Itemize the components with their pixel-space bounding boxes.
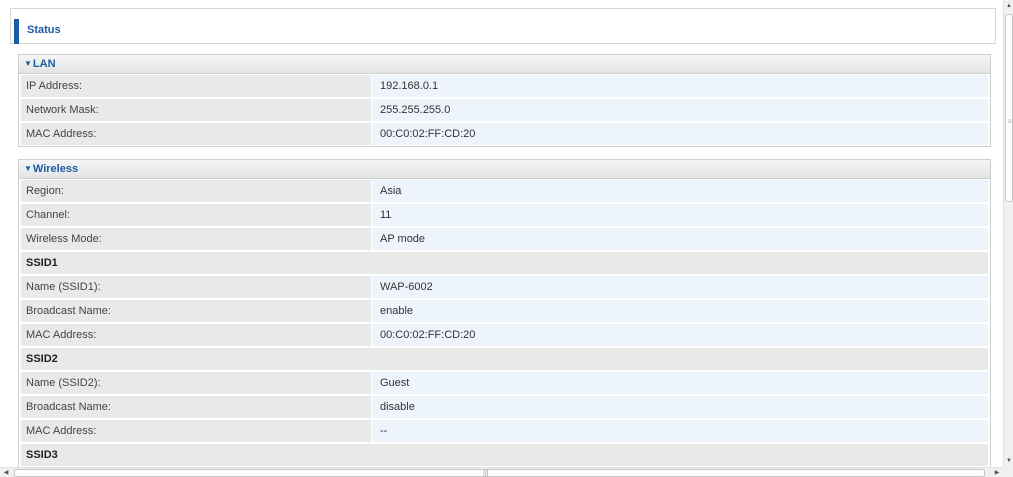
scroll-right-arrow-icon[interactable]: ▶ — [991, 468, 1003, 477]
region-value: Asia — [372, 180, 988, 202]
lan-mask-value: 255.255.255.0 — [372, 99, 988, 121]
vertical-scrollbar[interactable]: ▲ ≡ ▼ — [1003, 0, 1013, 467]
ssid2-name-value: Guest — [372, 372, 988, 394]
ssid1-name-label: Name (SSID1): — [21, 276, 371, 298]
lan-mac-row: MAC Address: 00:C0:02:FF:CD:20 — [19, 123, 990, 146]
ssid1-mac-label: MAC Address: — [21, 324, 371, 346]
lan-mac-label: MAC Address: — [21, 123, 371, 145]
ssid2-broadcast-row: Broadcast Name: disable — [19, 396, 990, 419]
ssid2-broadcast-value: disable — [372, 396, 988, 418]
ssid2-name-row: Name (SSID2): Guest — [19, 372, 990, 395]
header-accent-bar — [14, 19, 19, 44]
wireless-mode-label: Wireless Mode: — [21, 228, 371, 250]
wireless-panel-title: Wireless — [32, 163, 79, 175]
ssid2-section-header: SSID2 — [19, 348, 990, 371]
region-label: Region: — [21, 180, 371, 202]
ssid1-broadcast-label: Broadcast Name: — [21, 300, 371, 322]
ssid2-broadcast-label: Broadcast Name: — [21, 396, 371, 418]
lan-panel-header[interactable]: ▼LAN — [19, 55, 990, 74]
lan-ip-row: IP Address: 192.168.0.1 — [19, 75, 990, 98]
status-page: Status ▼LAN IP Address: 192.168.0.1 Netw… — [0, 0, 1003, 467]
ssid2-mac-value: -- — [372, 420, 988, 442]
page-header: Status — [10, 8, 996, 44]
lan-ip-label: IP Address: — [21, 75, 371, 97]
channel-label: Channel: — [21, 204, 371, 226]
scroll-left-arrow-icon[interactable]: ◀ — [0, 468, 12, 477]
lan-panel-title: LAN — [32, 58, 56, 70]
wireless-panel: ▼Wireless Region: Asia Channel: 11 Wirel… — [18, 159, 991, 467]
horizontal-scrollbar[interactable]: ◀ ||| ▶ — [0, 467, 1003, 477]
scroll-down-arrow-icon[interactable]: ▼ — [1004, 455, 1013, 467]
wireless-panel-header[interactable]: ▼Wireless — [19, 160, 990, 179]
ssid1-broadcast-value: enable — [372, 300, 988, 322]
vertical-scroll-thumb[interactable]: ≡ — [1005, 14, 1013, 202]
ssid2-mac-row: MAC Address: -- — [19, 420, 990, 443]
ssid3-section-header: SSID3 — [19, 444, 990, 467]
ssid2-title: SSID2 — [21, 348, 988, 370]
channel-value: 11 — [372, 204, 988, 226]
ssid1-mac-value: 00:C0:02:FF:CD:20 — [372, 324, 988, 346]
grip-icon: ≡ — [1008, 119, 1012, 125]
wireless-mode-row: Wireless Mode: AP mode — [19, 228, 990, 251]
page-title: Status — [27, 24, 61, 36]
ssid1-mac-row: MAC Address: 00:C0:02:FF:CD:20 — [19, 324, 990, 347]
wireless-region-row: Region: Asia — [19, 180, 990, 203]
grip-icon: ||| — [483, 470, 489, 477]
lan-mac-value: 00:C0:02:FF:CD:20 — [372, 123, 988, 145]
ssid1-broadcast-row: Broadcast Name: enable — [19, 300, 990, 323]
lan-mask-label: Network Mask: — [21, 99, 371, 121]
scrollbar-corner — [1003, 467, 1013, 477]
lan-mask-row: Network Mask: 255.255.255.0 — [19, 99, 990, 122]
wireless-mode-value: AP mode — [372, 228, 988, 250]
horizontal-scroll-thumb[interactable]: ||| — [14, 469, 985, 477]
ssid2-mac-label: MAC Address: — [21, 420, 371, 442]
lan-panel: ▼LAN IP Address: 192.168.0.1 Network Mas… — [18, 54, 991, 147]
ssid1-name-row: Name (SSID1): WAP-6002 — [19, 276, 990, 299]
ssid1-title: SSID1 — [21, 252, 988, 274]
ssid3-title: SSID3 — [21, 444, 988, 466]
wireless-channel-row: Channel: 11 — [19, 204, 990, 227]
collapse-triangle-icon: ▼ — [24, 59, 32, 68]
scroll-up-arrow-icon[interactable]: ▲ — [1004, 0, 1013, 12]
ssid2-name-label: Name (SSID2): — [21, 372, 371, 394]
collapse-triangle-icon: ▼ — [24, 164, 32, 173]
lan-ip-value: 192.168.0.1 — [372, 75, 988, 97]
ssid1-section-header: SSID1 — [19, 252, 990, 275]
ssid1-name-value: WAP-6002 — [372, 276, 988, 298]
